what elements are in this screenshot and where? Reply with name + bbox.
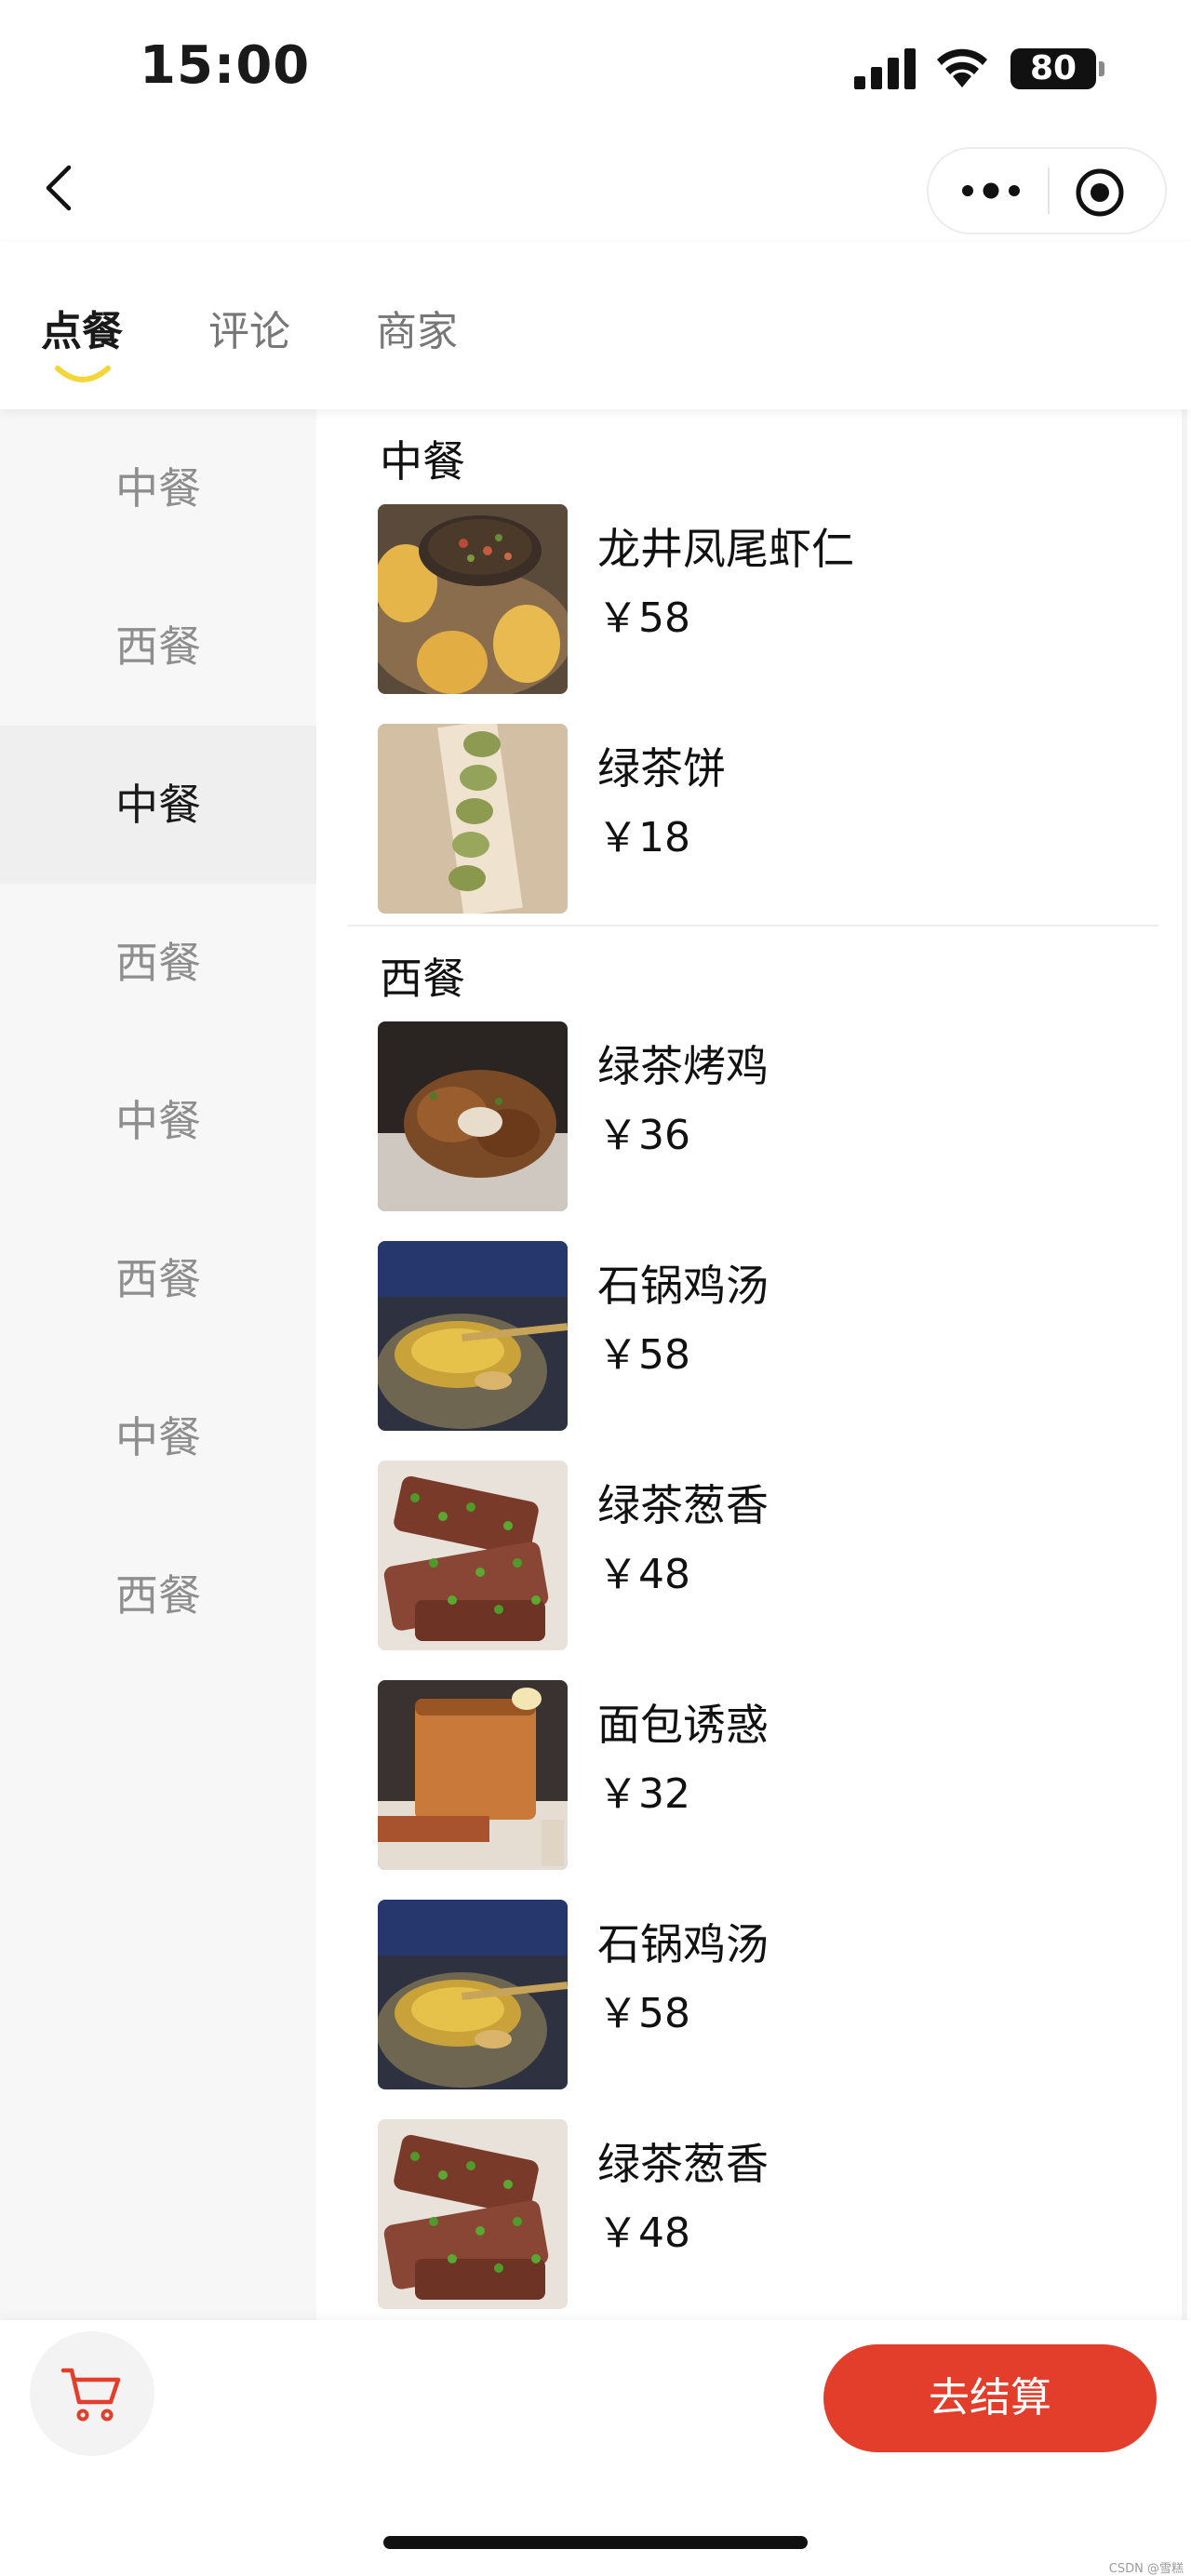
dish-price: ￥48 [597,2209,690,2257]
dish-price: ￥36 [597,1112,690,1159]
tab-merchant[interactable]: 商家 [376,298,458,357]
sidebar-item-chinese-food[interactable]: 中餐 [0,726,316,884]
signal-icon [854,48,919,89]
capsule-divider [1048,167,1050,214]
watermark: CSDN @雪糕 [1108,2562,1184,2576]
dish-price: ￥18 [597,814,690,861]
section-divider [347,925,1158,927]
scrollbar-track[interactable] [1182,409,1187,2320]
dish-image-shrimp [378,504,568,694]
dish-item[interactable]: 石锅鸡汤 ￥58 [378,1241,1141,1431]
dish-image-scallion-pork [378,1461,568,1650]
sidebar-item-western-food[interactable]: 西餐 [0,1516,316,1675]
battery-icon: 80 [1010,48,1104,89]
dish-image-bread [378,1680,568,1870]
checkout-button[interactable]: 去结算 [823,2344,1157,2452]
dish-item[interactable]: 面包诱惑 ￥32 [378,1680,1141,1870]
dish-price: ￥58 [597,1990,690,2037]
tab-bar: 点餐 评论 商家 [0,242,1191,409]
dish-image-tea-cake [378,724,568,914]
dish-name: 绿茶葱香 [597,2139,769,2189]
category-sidebar: 中餐 西餐 中餐 西餐 中餐 西餐 中餐 西餐 [0,409,316,2320]
dish-item[interactable]: 龙井凤尾虾仁 ￥58 [378,504,1141,694]
dish-name: 绿茶烤鸡 [597,1041,769,1091]
tab-reviews[interactable]: 评论 [208,298,290,357]
dish-price: ￥58 [597,594,690,642]
dish-image-chicken-soup [378,1900,568,2089]
sidebar-item-western-food[interactable]: 西餐 [0,567,316,726]
sidebar-item-chinese-food[interactable]: 中餐 [0,1042,316,1200]
dish-item[interactable]: 绿茶葱香 ￥48 [378,1461,1141,1650]
tab-indicator [55,366,111,382]
menu-content[interactable]: 中餐 龙井凤尾虾仁 ￥58 绿茶饼 ￥18 西餐 绿茶烤鸡 ￥36 石锅鸡汤 ￥… [347,409,1158,2320]
mini-program-capsule [927,147,1167,234]
sidebar-item-chinese-food[interactable]: 中餐 [0,409,316,567]
dish-price: ￥58 [597,1331,690,1379]
dish-name: 绿茶葱香 [597,1480,769,1530]
sidebar-item-chinese-food[interactable]: 中餐 [0,1358,316,1516]
dish-name: 龙井凤尾虾仁 [597,524,854,574]
dish-image-chicken-soup [378,1241,568,1431]
dish-price: ￥48 [597,1551,690,1598]
cart-button[interactable] [30,2331,154,2456]
more-icon[interactable] [957,169,1025,212]
dish-item[interactable]: 绿茶烤鸡 ￥36 [378,1021,1141,1211]
back-icon[interactable] [33,160,89,216]
dish-item[interactable]: 石锅鸡汤 ￥58 [378,1900,1141,2089]
dish-item[interactable]: 绿茶葱香 ￥48 [378,2119,1141,2309]
status-time: 15:00 [140,35,311,96]
section-title-western: 西餐 [380,954,465,1004]
dish-name: 绿茶饼 [597,743,726,794]
dish-image-roast-chicken [378,1021,568,1211]
status-bar: 15:00 80 [0,0,1191,140]
wifi-icon [937,48,987,87]
cart-icon [60,2368,121,2422]
dish-name: 石锅鸡汤 [597,1261,769,1311]
close-circle-icon[interactable] [1073,166,1127,220]
sidebar-item-western-food[interactable]: 西餐 [0,1200,316,1358]
tab-order[interactable]: 点餐 [41,298,123,357]
nav-bar [0,140,1191,242]
sidebar-item-western-food[interactable]: 西餐 [0,884,316,1042]
section-title-chinese: 中餐 [380,436,465,487]
home-indicator [383,2536,808,2549]
dish-item[interactable]: 绿茶饼 ￥18 [378,724,1141,914]
dish-image-scallion-pork [378,2119,568,2309]
dish-name: 石锅鸡汤 [597,1919,769,1969]
dish-name: 面包诱惑 [597,1700,769,1750]
dish-price: ￥32 [597,1770,690,1818]
